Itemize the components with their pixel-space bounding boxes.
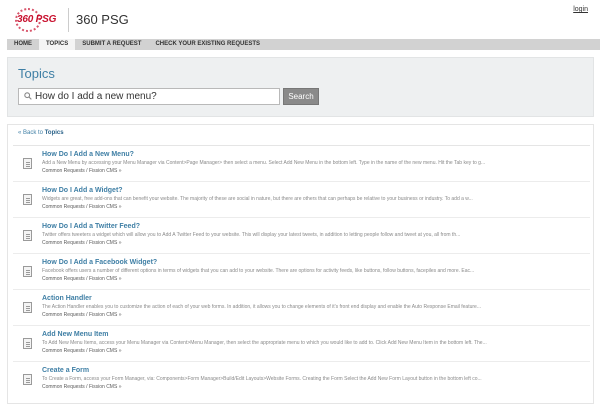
back-link-label: Topics [44,130,64,136]
header-divider [68,8,69,32]
article-snippet: Widgets are great, free add-ons that can… [42,196,473,202]
logo[interactable]: 360 PSG [15,8,61,32]
search-icon [24,92,32,100]
article-snippet: The Action Handler enables you to custom… [42,304,481,310]
article-title-link[interactable]: How Do I Add a Twitter Feed? [42,223,140,230]
document-icon [23,338,32,349]
search-button[interactable]: Search [283,88,319,105]
document-icon [23,374,32,385]
results-panel: « Back to Topics How Do I Add a New Menu… [7,124,594,404]
header: 360 PSG 360 PSG login [0,0,600,38]
list-item: Add New Menu Item To Add New Menu Items,… [13,325,590,361]
article-category: Common Requests / Fission CMS » [42,348,121,354]
brand-name: 360 PSG [76,12,129,27]
list-item: Action Handler The Action Handler enable… [13,289,590,325]
article-snippet: Facebook offers users a number of differ… [42,268,475,274]
main-nav: HOME TOPICS SUBMIT A REQUEST CHECK YOUR … [7,39,600,50]
article-title-link[interactable]: How Do I Add a Widget? [42,187,123,194]
category-link[interactable]: Common Requests / Fission CMS » [42,240,121,246]
document-icon [23,158,32,169]
document-icon [23,302,32,313]
back-to-topics-link[interactable]: « Back to Topics [18,130,64,136]
article-title-link[interactable]: Add New Menu Item [42,331,109,338]
nav-topics[interactable]: TOPICS [39,39,76,50]
category-link[interactable]: Common Requests / Fission CMS » [42,204,121,210]
document-icon [23,194,32,205]
list-item: How Do I Add a Facebook Widget? Facebook… [13,253,590,289]
page-title: Topics [18,66,55,81]
search-box[interactable] [18,88,280,105]
logo-text: 360 PSG [17,14,57,25]
article-category: Common Requests / Fission CMS » [42,276,121,282]
nav-home[interactable]: HOME [7,39,39,50]
category-link[interactable]: Common Requests / Fission CMS » [42,348,121,354]
list-item: How Do I Add a Widget? Widgets are great… [13,181,590,217]
search-panel: Topics Search [7,57,594,117]
article-category: Common Requests / Fission CMS » [42,384,121,390]
article-category: Common Requests / Fission CMS » [42,240,121,246]
article-category: Common Requests / Fission CMS » [42,168,121,174]
article-category: Common Requests / Fission CMS » [42,312,121,318]
search-input[interactable] [35,89,275,104]
document-icon [23,230,32,241]
category-link[interactable]: Common Requests / Fission CMS » [42,168,121,174]
category-link[interactable]: Common Requests / Fission CMS » [42,384,121,390]
article-title-link[interactable]: Create a Form [42,367,89,374]
nav-submit-request[interactable]: SUBMIT A REQUEST [75,39,148,50]
document-icon [23,266,32,277]
article-snippet: Add a New Menu by accessing your Menu Ma… [42,160,486,166]
article-title-link[interactable]: How Do I Add a Facebook Widget? [42,259,157,266]
list-item: How Do I Add a Twitter Feed? Twitter off… [13,217,590,253]
back-prefix: « Back to [18,130,45,136]
category-link[interactable]: Common Requests / Fission CMS » [42,276,121,282]
nav-check-requests[interactable]: CHECK YOUR EXISTING REQUESTS [148,39,267,50]
article-snippet: To Create a Form, access your Form Manag… [42,376,482,382]
article-title-link[interactable]: How Do I Add a New Menu? [42,151,134,158]
results-list: How Do I Add a New Menu? Add a New Menu … [13,145,590,397]
category-link[interactable]: Common Requests / Fission CMS » [42,312,121,318]
article-category: Common Requests / Fission CMS » [42,204,121,210]
article-snippet: To Add New Menu Items, access your Menu … [42,340,487,346]
list-item: Create a Form To Create a Form, access y… [13,361,590,397]
list-item: How Do I Add a New Menu? Add a New Menu … [13,145,590,181]
login-link[interactable]: login [573,6,588,13]
article-title-link[interactable]: Action Handler [42,295,92,302]
article-snippet: Twitter offers tweeters a widget which w… [42,232,461,238]
